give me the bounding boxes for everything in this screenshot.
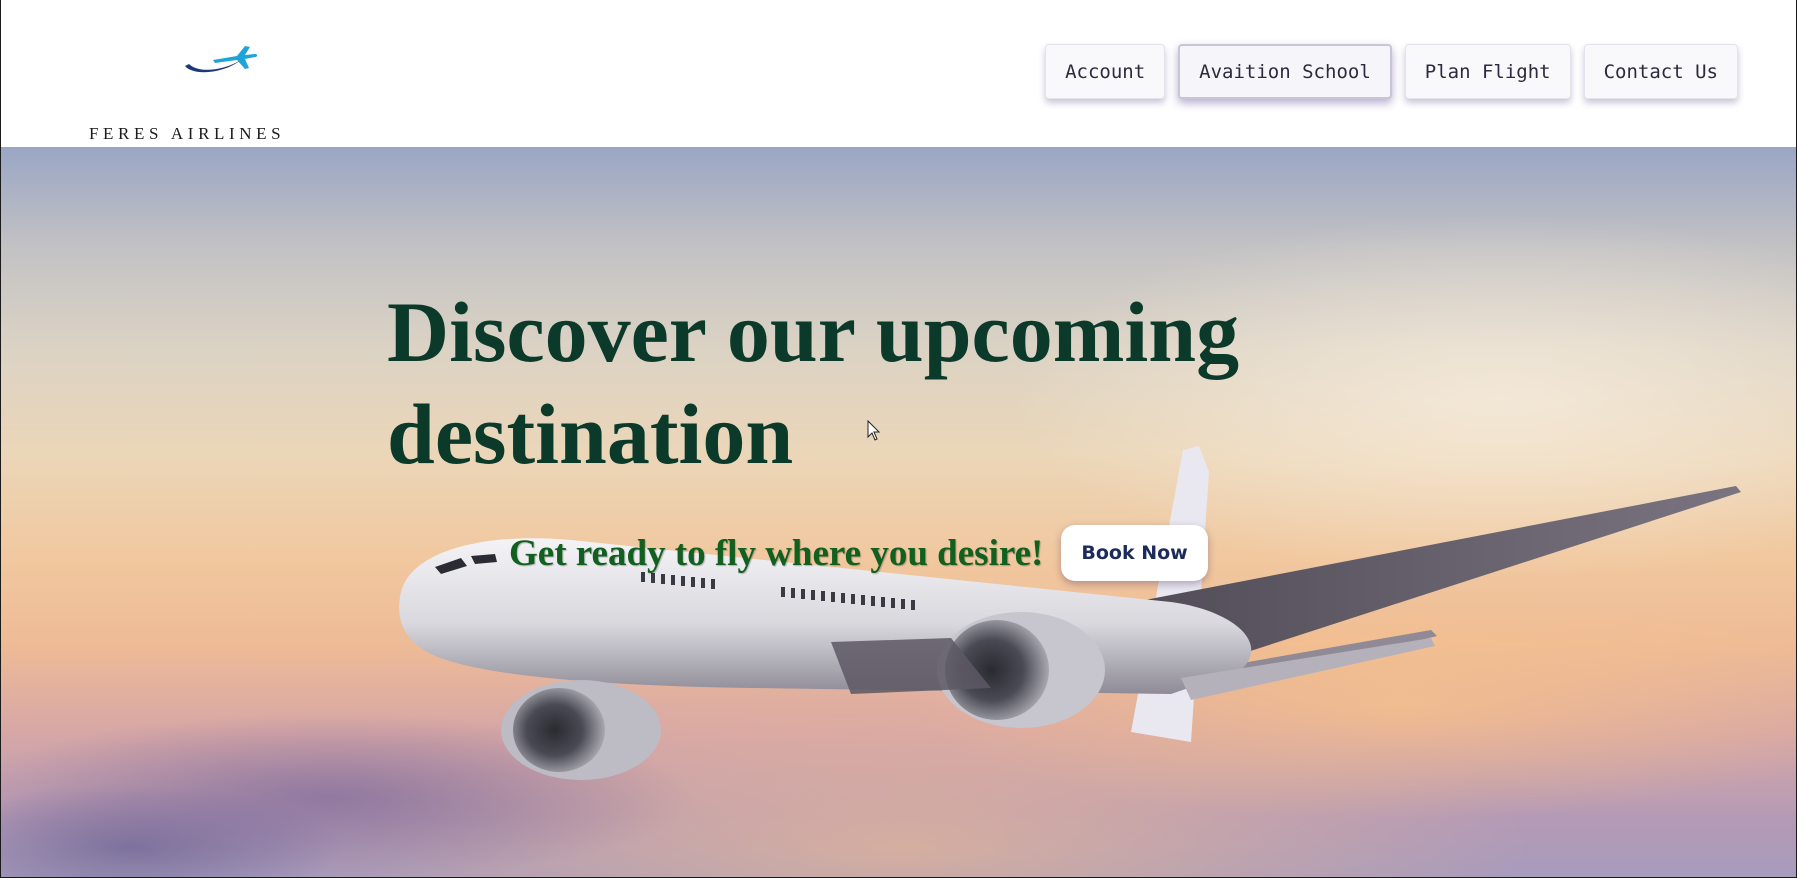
nav-contact-us-button[interactable]: Contact Us	[1583, 44, 1738, 99]
book-now-button[interactable]: Book Now	[1061, 525, 1208, 581]
nav-aviation-school-button[interactable]: Avaition School	[1178, 44, 1392, 99]
airplane-swoosh-icon	[185, 46, 258, 73]
hero-section: Discover our upcoming destination Get re…	[1, 147, 1796, 877]
page: FERES AIRLINES Account Avaition School P…	[0, 0, 1797, 878]
hero-subtitle: Get ready to fly where you desire!	[509, 532, 1044, 574]
nav-account-button[interactable]: Account	[1045, 44, 1166, 99]
site-header: FERES AIRLINES Account Avaition School P…	[1, 0, 1796, 147]
main-nav: Account Avaition School Plan Flight Cont…	[1045, 44, 1738, 99]
nav-plan-flight-button[interactable]: Plan Flight	[1404, 44, 1571, 99]
mouse-cursor-icon	[867, 420, 881, 441]
airliner-image	[399, 446, 1741, 780]
brand-name: FERES AIRLINES	[89, 124, 286, 143]
hero-title: Discover our upcoming destination	[387, 284, 1240, 482]
brand-logo[interactable]: FERES AIRLINES	[89, 40, 329, 144]
hero-subtitle-row: Get ready to fly where you desire! Book …	[509, 525, 1208, 581]
